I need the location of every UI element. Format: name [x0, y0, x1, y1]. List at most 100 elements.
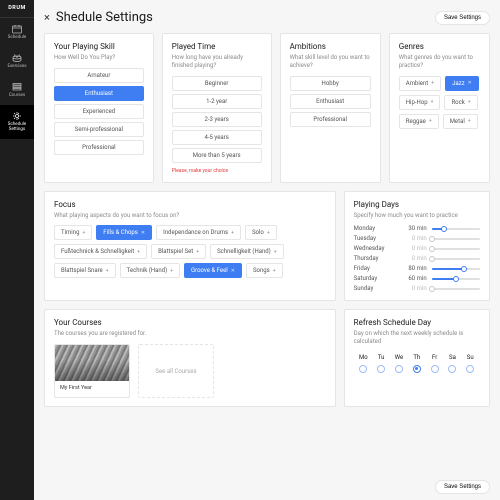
see-all-courses[interactable]: See all Courses — [138, 344, 214, 398]
add-icon: + — [274, 249, 277, 255]
course-title: My First Year — [55, 381, 129, 395]
page-header: × Shedule Settings Save Settings — [44, 0, 490, 33]
option[interactable]: 4-5 years — [172, 130, 262, 145]
refresh-day-option[interactable]: We — [390, 354, 407, 373]
day-value: 80 min — [399, 265, 427, 272]
course-thumbnail — [55, 345, 129, 381]
tag-chip[interactable]: Timing+ — [54, 225, 92, 240]
radio-icon — [413, 365, 421, 373]
card-title: Refresh Schedule Day — [354, 318, 480, 327]
radio-icon — [359, 365, 367, 373]
tag-chip[interactable]: Fills & Chops✕ — [96, 225, 152, 240]
tag-chip[interactable]: Groove & Feel✕ — [184, 263, 242, 278]
card-title: Your Courses — [54, 318, 326, 327]
refresh-day-option[interactable]: Mo — [355, 354, 372, 373]
tag-chip[interactable]: Fußtechnick & Schnelligkeit+ — [54, 244, 147, 259]
remove-icon: ✕ — [231, 268, 235, 274]
save-button-bottom[interactable]: Save Settings — [435, 480, 490, 494]
tag-chip[interactable]: Independance on Drums+ — [156, 225, 241, 240]
radio-icon — [377, 365, 385, 373]
sidebar-item-courses[interactable]: Courses — [0, 76, 34, 105]
tag-chip[interactable]: Reggae+ — [399, 114, 439, 129]
refresh-day-options: MoTu We ThFr Sa Su — [354, 352, 480, 375]
day-slider[interactable] — [432, 245, 480, 252]
day-row: Saturday60 min — [354, 275, 480, 282]
option[interactable]: Beginner — [172, 76, 262, 91]
tag-chip[interactable]: Blattspiel Snare+ — [54, 263, 116, 278]
day-slider[interactable] — [432, 235, 480, 242]
option[interactable]: More than 5 years — [172, 148, 262, 163]
refresh-day-option[interactable]: Tu — [372, 354, 389, 373]
option[interactable]: Professional — [54, 140, 144, 155]
card-subtitle: How Well Do You Play? — [54, 54, 144, 62]
option[interactable]: 1-2 year — [172, 94, 262, 109]
day-slider[interactable] — [432, 285, 480, 292]
card-subtitle: Specify how much you want to practice — [354, 212, 480, 220]
tag-chip[interactable]: Ambient+ — [399, 76, 441, 91]
card-title: Genres — [399, 42, 480, 51]
radio-icon — [395, 365, 403, 373]
tag-chip[interactable]: Songs+ — [246, 263, 283, 278]
option[interactable]: Hobby — [290, 76, 371, 91]
tag-chip[interactable]: Solo+ — [245, 225, 277, 240]
content: × Shedule Settings Save Settings Your Pl… — [34, 0, 500, 500]
day-abbrev: Sa — [449, 354, 456, 361]
tag-chip[interactable]: Metal+ — [443, 114, 478, 129]
day-value: 0 min — [399, 245, 427, 252]
calendar-icon — [11, 24, 23, 34]
refresh-day-option[interactable]: Th — [408, 354, 425, 373]
day-slider[interactable] — [432, 225, 480, 232]
day-slider[interactable] — [432, 275, 480, 282]
card-subtitle: What playing aspects do you want to focu… — [54, 212, 326, 220]
slider-knob-icon — [453, 276, 459, 282]
add-icon: + — [106, 268, 109, 274]
option[interactable]: Experienced — [54, 104, 144, 119]
save-button-top[interactable]: Save Settings — [435, 11, 490, 25]
card-skill: Your Playing Skill How Well Do You Play?… — [44, 33, 154, 183]
add-icon: + — [137, 249, 140, 255]
tag-chip[interactable]: Technik (Hand)+ — [120, 263, 180, 278]
page-title: Shedule Settings — [56, 10, 153, 25]
sidebar: DRUM Schedule Exercises Courses — [0, 0, 34, 500]
slider-knob-icon — [429, 236, 435, 242]
day-name: Sunday — [354, 285, 394, 292]
day-abbrev: We — [395, 354, 403, 361]
day-slider[interactable] — [432, 265, 480, 272]
tag-chip[interactable]: Jazz✕ — [445, 76, 479, 91]
card-refresh-day: Refresh Schedule Day Day on which the ne… — [344, 309, 490, 407]
day-row: Sunday0 min — [354, 285, 480, 292]
close-icon[interactable]: × — [44, 12, 50, 23]
refresh-day-option[interactable]: Su — [462, 354, 479, 373]
add-icon: + — [468, 99, 471, 105]
day-name: Wednesday — [354, 245, 394, 252]
option[interactable]: Professional — [290, 112, 371, 127]
refresh-day-option[interactable]: Sa — [444, 354, 461, 373]
option[interactable]: Enthusiast — [290, 94, 371, 109]
refresh-day-option[interactable]: Fr — [426, 354, 443, 373]
tag-chip[interactable]: Schnelligkeit (Hand)+ — [210, 244, 284, 259]
tag-chip[interactable]: Blattspiel Set+ — [151, 244, 206, 259]
day-name: Tuesday — [354, 235, 394, 242]
played-options: Beginner 1-2 year 2-3 years 4-5 years More t… — [172, 76, 262, 163]
drum-icon — [11, 53, 23, 63]
app-logo: DRUM — [0, 0, 34, 18]
stack-icon — [11, 82, 23, 92]
option[interactable]: Enthusiast — [54, 86, 144, 101]
add-icon: + — [468, 118, 471, 124]
day-abbrev: Su — [467, 354, 474, 361]
course-card[interactable]: My First Year — [54, 344, 130, 398]
option[interactable]: 2-3 years — [172, 112, 262, 127]
sidebar-item-exercises[interactable]: Exercises — [0, 47, 34, 76]
day-value: 0 min — [399, 255, 427, 262]
option[interactable]: Semi-professional — [54, 122, 144, 137]
focus-chips: Timing+ Fills & Chops✕ Independance on Dru… — [54, 225, 326, 278]
sidebar-item-schedule-settings[interactable]: Schedule Settings — [0, 105, 34, 139]
option[interactable]: Amateur — [54, 68, 144, 83]
day-slider[interactable] — [432, 255, 480, 262]
tag-chip[interactable]: Rock+ — [444, 95, 477, 110]
sidebar-item-schedule[interactable]: Schedule — [0, 18, 34, 47]
card-subtitle: How long have you already finished playi… — [172, 54, 262, 70]
tag-chip[interactable]: Hip-Hop+ — [399, 95, 441, 110]
day-name: Monday — [354, 225, 394, 232]
remove-icon: ✕ — [468, 80, 472, 86]
